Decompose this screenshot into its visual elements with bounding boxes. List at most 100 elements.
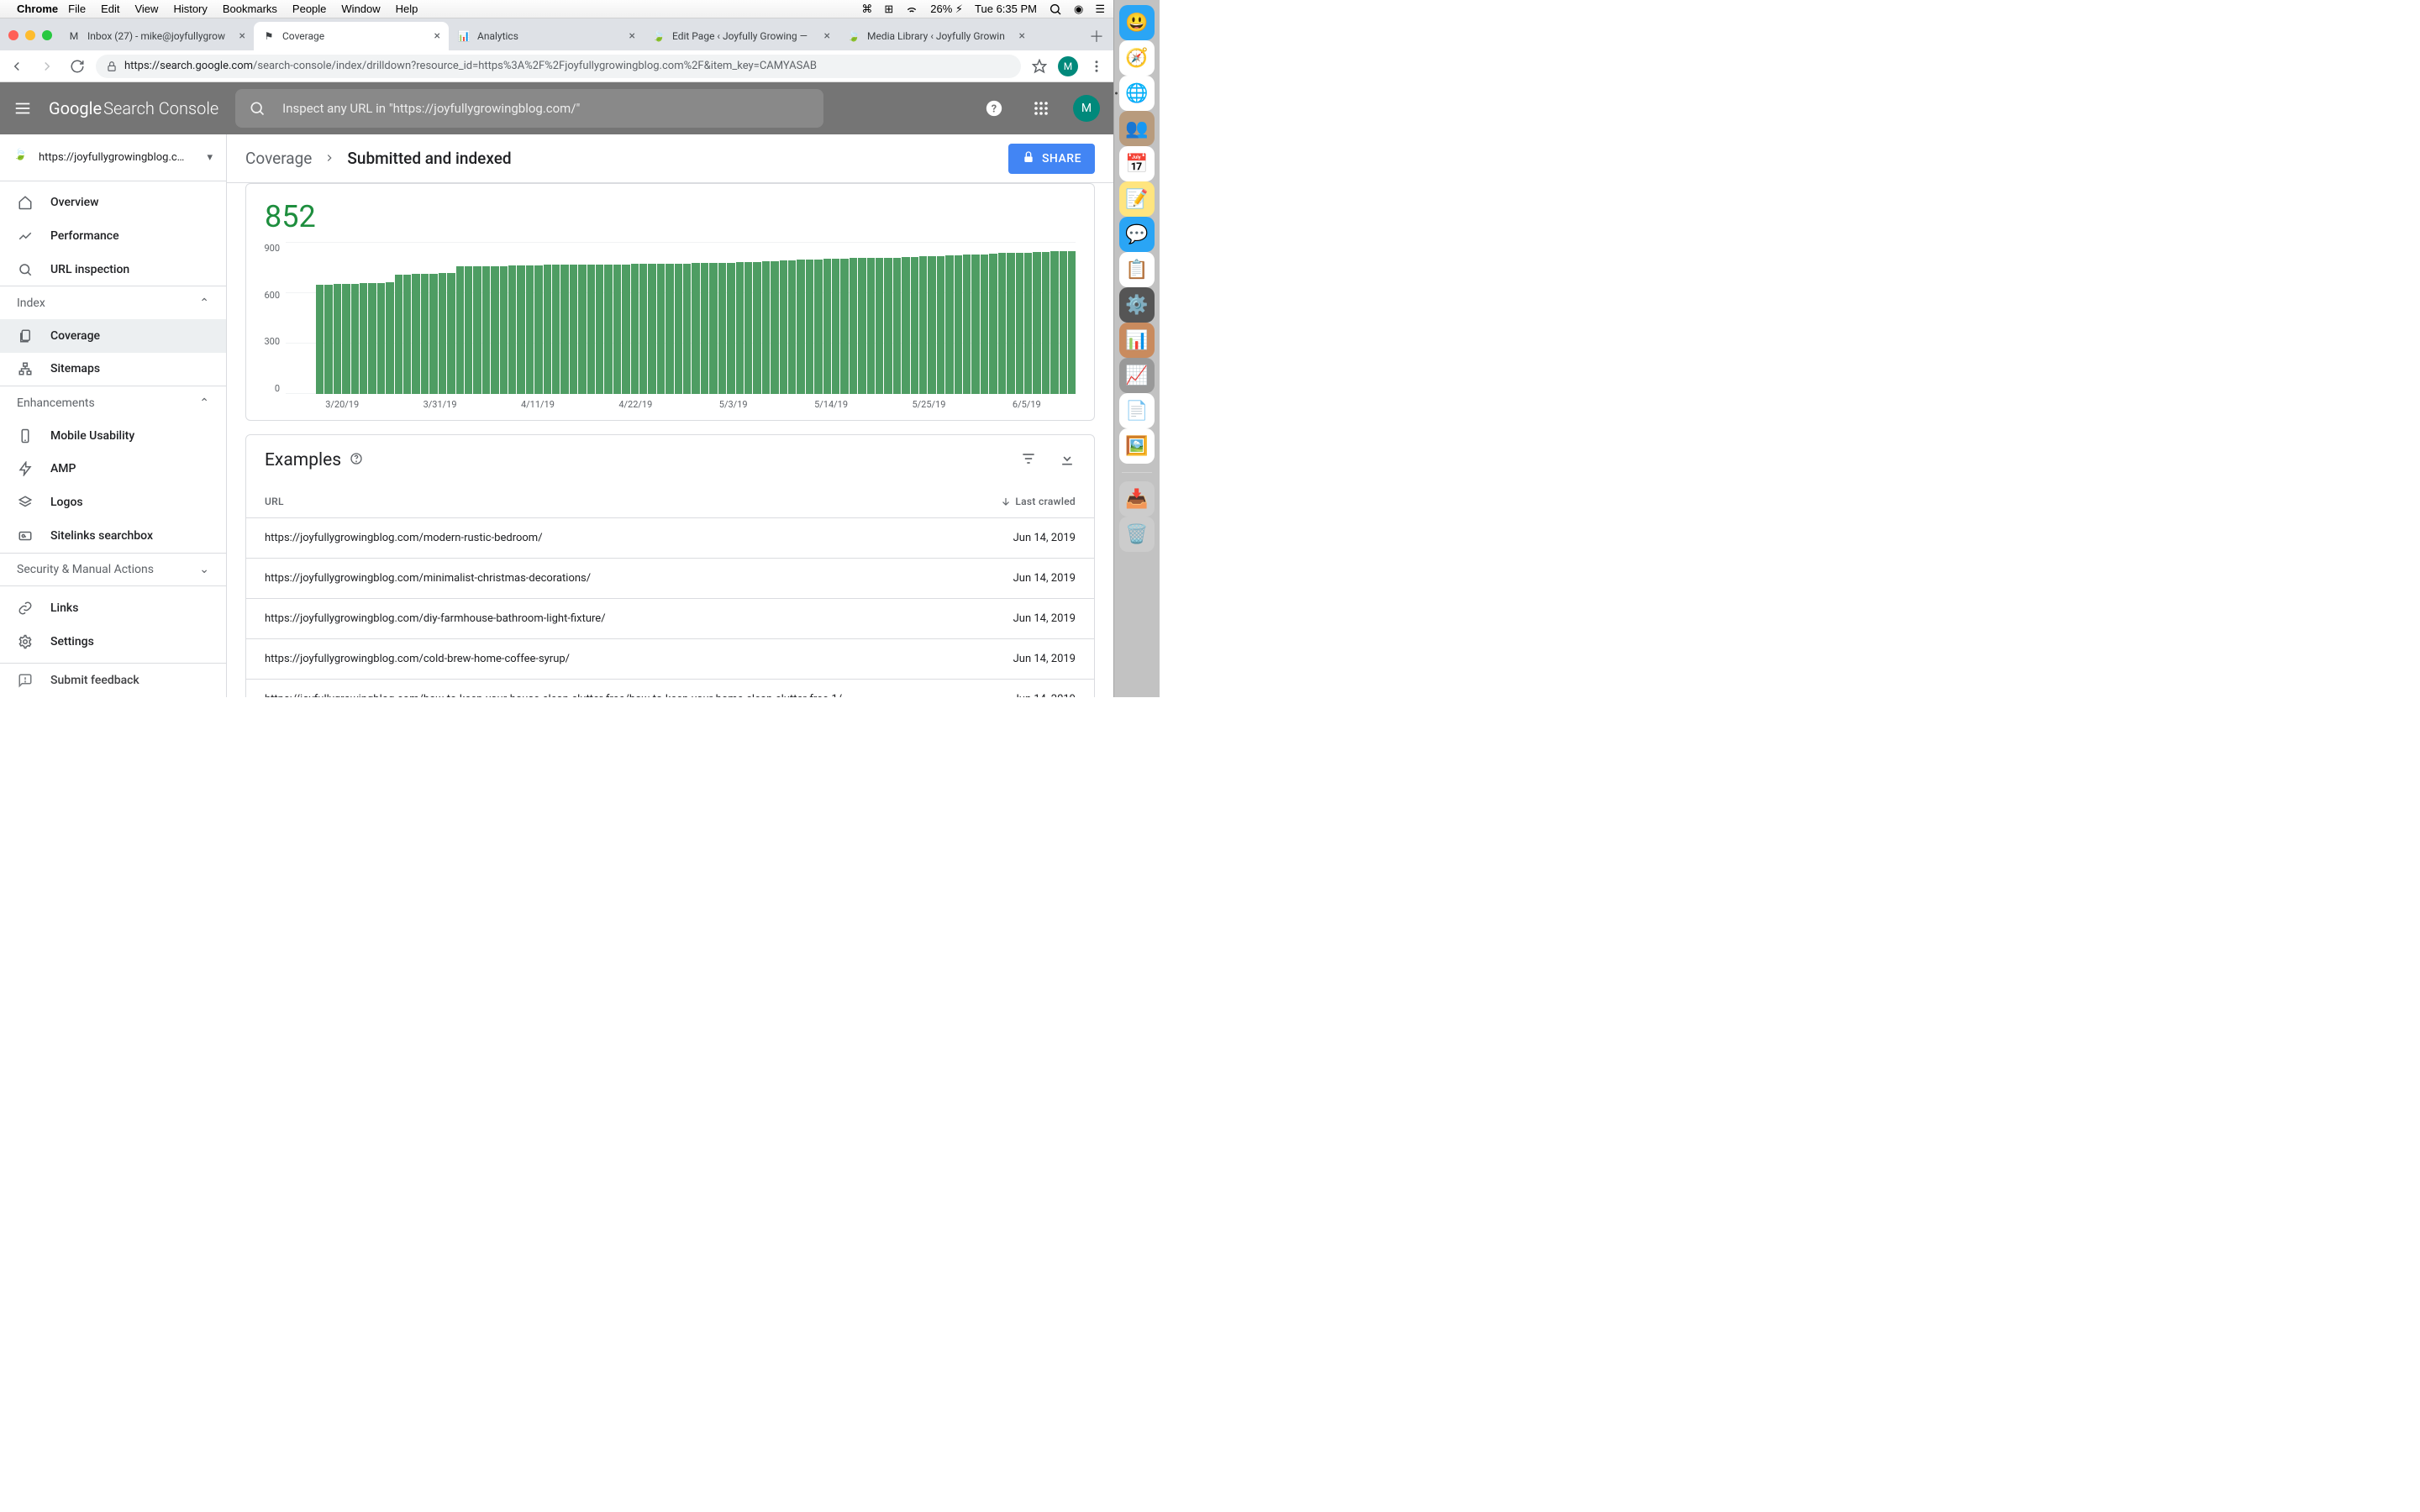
dock-contacts-icon[interactable]: 👥 bbox=[1119, 111, 1155, 146]
chart-bar[interactable] bbox=[850, 258, 857, 394]
menubar-item[interactable]: Edit bbox=[101, 3, 119, 15]
sidebar-item-coverage[interactable]: Coverage bbox=[0, 319, 226, 353]
google-apps-button[interactable] bbox=[1026, 93, 1056, 123]
chart-bar[interactable] bbox=[351, 284, 359, 394]
chart-bar[interactable] bbox=[508, 265, 516, 394]
tab-close-button[interactable]: × bbox=[629, 30, 635, 42]
sidebar-item-amp[interactable]: AMP bbox=[0, 453, 226, 486]
wifi-icon[interactable] bbox=[905, 3, 918, 16]
property-selector[interactable]: 🍃 https://joyfullygrowingblog.c… ▾ bbox=[0, 134, 226, 181]
chart-bar[interactable] bbox=[1024, 253, 1032, 394]
chart-bar[interactable] bbox=[666, 264, 673, 394]
chart-bar[interactable] bbox=[439, 273, 446, 394]
chart-bar[interactable] bbox=[473, 266, 481, 394]
browser-tab[interactable]: 🍃 Edit Page ‹ Joyfully Growing — × bbox=[644, 22, 839, 50]
chart-bar[interactable] bbox=[675, 264, 682, 394]
menubar-item[interactable]: File bbox=[68, 3, 86, 15]
chart-bar[interactable] bbox=[1060, 251, 1067, 394]
chart-bar[interactable] bbox=[709, 263, 717, 394]
coverage-chart[interactable]: 9006003000 3/20/193/31/194/11/194/22/195… bbox=[246, 234, 1094, 420]
dock-settings-icon[interactable]: ⚙️ bbox=[1119, 287, 1155, 323]
dock-pages-icon[interactable]: 📄 bbox=[1119, 393, 1155, 428]
chart-bar[interactable] bbox=[324, 285, 332, 394]
chart-bar[interactable] bbox=[342, 284, 350, 394]
dock-reminders-icon[interactable]: 📋 bbox=[1119, 252, 1155, 287]
bookmark-star-button[interactable] bbox=[1028, 55, 1051, 78]
dock-trash-icon[interactable]: 🗑️ bbox=[1119, 517, 1155, 552]
chart-bar[interactable] bbox=[981, 255, 988, 394]
chart-bar[interactable] bbox=[334, 284, 341, 394]
sidebar-section-security[interactable]: Security & Manual Actions ⌄ bbox=[0, 553, 226, 586]
table-row[interactable]: https://joyfullygrowingblog.com/minimali… bbox=[246, 559, 1094, 599]
chart-bar[interactable] bbox=[552, 265, 560, 394]
chart-bar[interactable] bbox=[1042, 252, 1050, 394]
browser-tab[interactable]: 📊 Analytics × bbox=[449, 22, 644, 50]
menubar-cc-icon[interactable]: ⌘ bbox=[861, 3, 872, 16]
chart-bar[interactable] bbox=[937, 256, 944, 394]
dock-calendar-icon[interactable]: 📅 bbox=[1119, 146, 1155, 181]
help-icon[interactable] bbox=[350, 452, 363, 469]
chart-bar[interactable] bbox=[316, 285, 324, 394]
tab-close-button[interactable]: × bbox=[239, 30, 245, 42]
table-row[interactable]: https://joyfullygrowingblog.com/how-to-k… bbox=[246, 680, 1094, 697]
menubar-item[interactable]: Bookmarks bbox=[223, 3, 277, 15]
chart-bar[interactable] bbox=[814, 260, 822, 394]
tab-close-button[interactable]: × bbox=[824, 30, 830, 42]
chart-bar[interactable] bbox=[1050, 251, 1058, 394]
dock-downloads-icon[interactable]: 📥 bbox=[1119, 481, 1155, 517]
chart-bar[interactable] bbox=[876, 258, 883, 394]
siri-icon[interactable]: ◉ bbox=[1074, 3, 1083, 16]
sidebar-item-overview[interactable]: Overview bbox=[0, 186, 226, 219]
chart-bar[interactable] bbox=[780, 260, 787, 394]
chart-bar[interactable] bbox=[989, 254, 997, 394]
chart-bar[interactable] bbox=[465, 266, 472, 394]
dock-finder-icon[interactable]: 😃 bbox=[1119, 5, 1155, 40]
dock-messages-icon[interactable]: 💬 bbox=[1119, 217, 1155, 252]
chart-bar[interactable] bbox=[631, 264, 639, 394]
chart-bar[interactable] bbox=[482, 266, 490, 394]
chart-bar[interactable] bbox=[955, 255, 962, 394]
account-avatar[interactable]: M bbox=[1073, 95, 1100, 122]
chart-bar[interactable] bbox=[500, 266, 508, 394]
chart-bar[interactable] bbox=[604, 265, 612, 394]
col-crawled-header[interactable]: Last crawled bbox=[1000, 496, 1076, 507]
chart-bar[interactable] bbox=[788, 260, 796, 394]
sidebar-item-url-inspection[interactable]: URL inspection bbox=[0, 253, 226, 286]
chart-bar[interactable] bbox=[971, 255, 979, 394]
chart-bar[interactable] bbox=[534, 265, 542, 394]
sidebar-item-links[interactable]: Links bbox=[0, 591, 226, 625]
chart-bar[interactable] bbox=[578, 265, 586, 394]
dock-chrome-icon[interactable]: 🌐 bbox=[1119, 76, 1155, 111]
chart-bar[interactable] bbox=[683, 264, 691, 394]
chart-bar[interactable] bbox=[840, 259, 848, 394]
table-row[interactable]: https://joyfullygrowingblog.com/modern-r… bbox=[246, 518, 1094, 559]
chart-bar[interactable] bbox=[919, 256, 927, 394]
back-button[interactable] bbox=[5, 55, 29, 78]
chart-bar[interactable] bbox=[963, 255, 971, 394]
chart-bar[interactable] bbox=[544, 265, 551, 394]
chart-bar[interactable] bbox=[858, 258, 865, 394]
download-icon[interactable] bbox=[1059, 450, 1076, 470]
chart-bar[interactable] bbox=[639, 264, 647, 394]
chart-bar[interactable] bbox=[421, 274, 429, 394]
chart-bar[interactable] bbox=[753, 262, 760, 394]
menubar-item[interactable]: People bbox=[292, 3, 326, 15]
chart-bar[interactable] bbox=[613, 265, 621, 394]
chart-bar[interactable] bbox=[491, 266, 498, 394]
menubar-item[interactable]: Window bbox=[341, 3, 380, 15]
menubar-item[interactable]: Help bbox=[396, 3, 418, 15]
browser-tab[interactable]: ⚑ Coverage × bbox=[254, 22, 449, 50]
col-url-header[interactable]: URL bbox=[265, 496, 1000, 507]
chart-bar[interactable] bbox=[622, 265, 629, 394]
menubar-item[interactable]: History bbox=[173, 3, 207, 15]
address-bar[interactable]: https://search.google.com/search-console… bbox=[96, 55, 1021, 78]
chart-bar[interactable] bbox=[867, 258, 875, 394]
gsc-logo[interactable]: Google Search Console bbox=[49, 98, 218, 118]
chart-bar[interactable] bbox=[560, 265, 568, 394]
menubar-dropbox-icon[interactable]: ⊞ bbox=[884, 3, 893, 16]
chart-bar[interactable] bbox=[884, 258, 892, 394]
chart-bar[interactable] bbox=[412, 274, 419, 394]
browser-tab[interactable]: 🍃 Media Library ‹ Joyfully Growin × bbox=[839, 22, 1034, 50]
menubar-item[interactable]: View bbox=[134, 3, 158, 15]
chart-bar[interactable] bbox=[806, 260, 813, 394]
